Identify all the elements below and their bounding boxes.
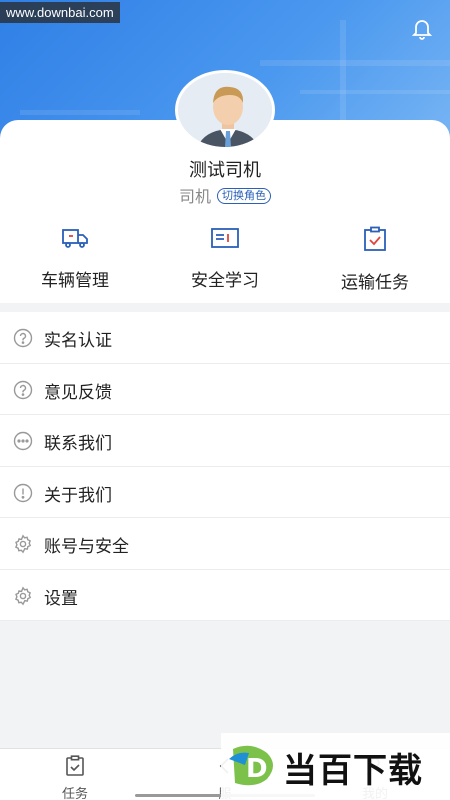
menu-item-contact-us[interactable]: 联系我们 [0,415,450,467]
quick-action-safety-learning[interactable]: 安全学习 [150,226,300,296]
menu-item-label: 设置 [44,588,78,609]
menu-item-label: 意见反馈 [44,382,112,403]
switch-role-button[interactable]: 切换角色 [217,188,271,204]
role-row: 司机 切换角色 [0,183,450,207]
notification-bell-icon[interactable] [410,16,434,40]
menu-item-feedback[interactable]: 意见反馈 [0,364,450,415]
quick-action-label: 安全学习 [191,271,259,291]
watermark: www.downbai.com [0,2,120,23]
quick-action-vehicle-management[interactable]: 车辆管理 [0,226,150,296]
brand-text: 当百下载 [283,751,423,791]
menu-item-label: 关于我们 [44,485,112,506]
quick-action-transport-tasks[interactable]: 运输任务 [300,226,450,296]
clipboard-check-icon [364,226,386,251]
tab-label: 任务 [61,787,88,800]
quick-action-label: 运输任务 [341,273,409,293]
brand-watermark: D 当百下载 [221,733,450,800]
avatar[interactable] [175,70,275,150]
quick-action-label: 车辆管理 [41,271,109,291]
gear-icon [14,585,32,605]
menu-item-real-name-auth[interactable]: 实名认证 [0,312,450,364]
question-circle-icon [13,380,33,399]
brand-logo-icon: D [229,745,273,786]
user-role: 司机 [178,187,211,206]
user-name: 测试司机 [189,160,261,181]
chat-dots-icon [13,431,33,451]
settings-menu: 实名认证 意见反馈 联系我们 关于我们 账号与安全 设置 [0,312,450,621]
gear-icon [14,534,32,554]
menu-item-settings[interactable]: 设置 [0,570,450,621]
menu-item-account-security[interactable]: 账号与安全 [0,518,450,570]
id-card-icon [211,228,239,248]
menu-item-label: 实名认证 [44,331,112,351]
menu-item-about-us[interactable]: 关于我们 [0,467,450,518]
menu-item-label: 联系我们 [44,434,112,454]
truck-icon [62,229,88,248]
info-circle-icon [13,483,33,502]
clipboard-icon [66,755,84,776]
tab-tasks[interactable]: 任务 [0,755,150,800]
question-circle-icon [13,328,33,348]
brand-logo-letter: D [246,754,268,784]
menu-item-label: 账号与安全 [44,537,129,557]
